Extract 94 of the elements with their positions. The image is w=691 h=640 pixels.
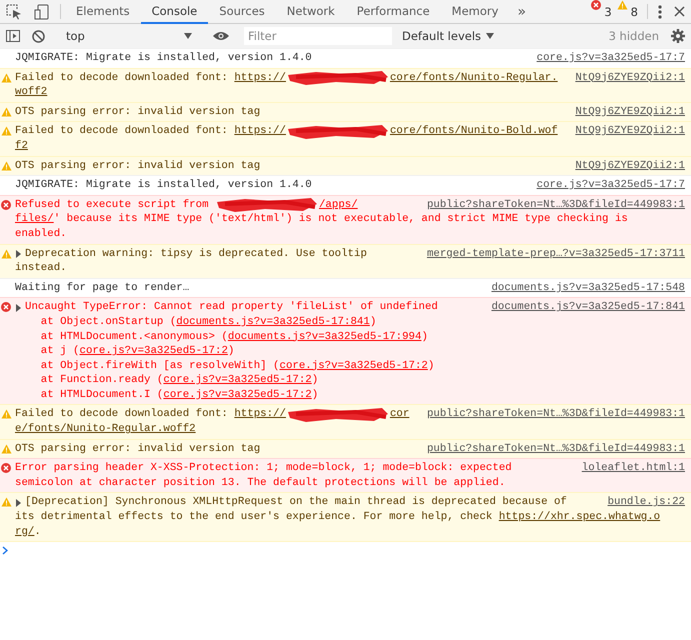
source-link[interactable]: merged-template-prep…?v=3a325ed5-17:3711 — [426, 246, 685, 262]
url-link[interactable]: core/fonts/Nunito-Bold.wof — [390, 124, 558, 139]
message-text: OTS parsing error: invalid version tag — [15, 158, 260, 174]
message-text: semicolon at character position 13. The default protections will be applied. — [15, 476, 506, 490]
url-link[interactable]: documents.js?v=3a325ed5-17:994 — [228, 330, 422, 344]
message-text: at Object.fireWith [as resolveWith] ( — [40, 358, 280, 374]
warning-icon — [1, 409, 12, 420]
message-text: JQMIGRATE: Migrate is installed, version 1.4.0 — [15, 51, 312, 66]
url-link[interactable]: rg/ — [15, 524, 34, 540]
message-text: Uncaught TypeError: Cannot read property 'fileList' of undefined — [25, 300, 438, 315]
panel-tab[interactable]: Elements — [65, 0, 141, 24]
warning-icon — [1, 106, 12, 117]
url-link[interactable]: core/fonts/Nunito-Regular. — [390, 70, 558, 86]
message-text: Failed to decode downloaded font: — [15, 407, 229, 422]
message-text: OTS parsing error: invalid version tag — [15, 104, 260, 120]
message-text: ) — [370, 314, 376, 330]
url-link[interactable]: https://xhr.spec.whatwg.o — [498, 510, 660, 525]
message-text: Failed to decode downloaded font: — [15, 70, 229, 86]
message-text: at Function.ready ( — [40, 373, 164, 388]
message-text: at HTMLDocument.I ( — [40, 388, 164, 402]
message-text: ) — [312, 373, 318, 388]
message-text: Failed to decode downloaded font: — [15, 124, 229, 139]
source-link[interactable]: core.js?v=3a325ed5-17:7 — [536, 51, 685, 66]
panel-tab[interactable]: Sources — [208, 0, 276, 24]
source-link[interactable]: NtQ9j6ZYE9ZQii2:1 — [575, 158, 685, 174]
url-link[interactable]: core.js?v=3a325ed5-17:2 — [163, 388, 312, 402]
message-text: ) — [312, 388, 318, 402]
source-link[interactable]: core.js?v=3a325ed5-17:7 — [536, 178, 685, 193]
url-link[interactable]: cor — [390, 407, 410, 422]
source-link[interactable]: documents.js?v=3a325ed5-17:548 — [491, 280, 685, 296]
warning-count[interactable]: 8 — [628, 0, 643, 23]
message-text: at Object.onStartup ( — [40, 314, 176, 330]
expand-triangle-icon[interactable] — [15, 498, 22, 507]
expand-triangle-icon[interactable] — [15, 250, 22, 258]
warning-icon — [1, 248, 12, 259]
error-count[interactable]: 3 — [601, 0, 617, 23]
url-link[interactable]: https:// — [234, 70, 286, 86]
message-text: . — [34, 524, 41, 540]
url-link[interactable]: documents.js?v=3a325ed5-17:841 — [176, 314, 370, 330]
panel-tab[interactable]: Network — [276, 0, 346, 24]
message-text: ' because its MIME type ('text/html') is not executable, and strict MIME type checking is — [54, 212, 628, 227]
message-text: at HTMLDocument.<anonymous> ( — [40, 330, 228, 344]
url-link[interactable]: core.js?v=3a325ed5-17:2 — [163, 373, 312, 388]
warning-icon — [1, 126, 12, 136]
message-text: ) — [421, 330, 428, 344]
more-tabs-button[interactable]: » — [509, 0, 534, 23]
warning-icon — [1, 72, 12, 83]
url-link[interactable]: https:// — [234, 124, 286, 139]
message-text: OTS parsing error: invalid version tag — [15, 442, 260, 456]
message-text: at j ( — [40, 344, 80, 359]
expand-triangle-icon[interactable] — [15, 304, 22, 312]
caret-icon — [486, 33, 494, 39]
context-select[interactable]: top — [60, 29, 198, 43]
source-link[interactable]: public?shareToken=Nt…%3D&fileId=449983:1 — [426, 442, 685, 456]
message-text: instead. — [15, 261, 67, 276]
url-link[interactable]: f2 — [15, 138, 28, 154]
message-text: [Deprecation] Synchronous XMLHttpRequest on the main thread is deprecated because of — [25, 495, 567, 510]
source-link[interactable]: NtQ9j6ZYE9ZQii2:1 — [575, 104, 685, 120]
error-icon — [1, 302, 11, 312]
url-link[interactable]: core.js?v=3a325ed5-17:2 — [280, 358, 428, 374]
source-link[interactable]: NtQ9j6ZYE9ZQii2:1 — [575, 70, 685, 86]
caret-icon — [184, 33, 192, 39]
source-link[interactable]: bundle.js:22 — [608, 495, 685, 510]
message-text: its detrimental effects to the end user's experience. For more help, check — [15, 510, 494, 525]
message-text: Deprecation warning: tipsy is deprecated. Use tooltip — [25, 246, 367, 262]
url-link[interactable]: files/ — [15, 212, 54, 227]
url-link[interactable]: /apps/ — [318, 198, 358, 212]
warning-icon — [1, 160, 12, 171]
message-text: Error parsing header X-XSS-Protection: 1; mode=block, 1; mode=block: expected — [15, 461, 512, 476]
source-link[interactable]: NtQ9j6ZYE9ZQii2:1 — [575, 124, 685, 139]
source-link[interactable]: public?shareToken=Nt…%3D&fileId=449983:1 — [426, 407, 685, 422]
source-link[interactable]: documents.js?v=3a325ed5-17:841 — [491, 300, 685, 315]
prompt-chevron-icon — [2, 546, 8, 556]
warning-icon — [1, 444, 12, 454]
message-text: Waiting for page to render… — [15, 280, 190, 296]
panel-tab[interactable]: Memory — [440, 0, 510, 24]
source-link[interactable]: loleaflet.html:1 — [582, 461, 685, 476]
error-icon — [1, 200, 11, 210]
panel-tab[interactable]: Performance — [346, 0, 441, 24]
message-text: ) — [228, 344, 234, 359]
url-link[interactable]: https:// — [234, 407, 286, 422]
error-icon — [1, 463, 11, 474]
warning-icon — [1, 497, 12, 508]
url-link[interactable]: e/fonts/Nunito-Regular.woff2 — [15, 422, 196, 437]
url-link[interactable]: woff2 — [15, 85, 48, 100]
hidden-count: 3 hidden — [608, 29, 660, 43]
filter-field[interactable]: Filter — [244, 27, 392, 45]
log-levels-dropdown[interactable]: Default levels — [392, 29, 502, 43]
url-link[interactable]: core.js?v=3a325ed5-17:2 — [80, 344, 228, 359]
message-text: JQMIGRATE: Migrate is installed, version 1.4.0 — [15, 178, 312, 193]
message-text: Refused to execute script from — [15, 198, 210, 212]
message-text: enabled. — [15, 226, 67, 242]
message-text: ) — [428, 358, 434, 374]
source-link[interactable]: public?shareToken=Nt…%3D&fileId=449983:1 — [426, 198, 685, 212]
